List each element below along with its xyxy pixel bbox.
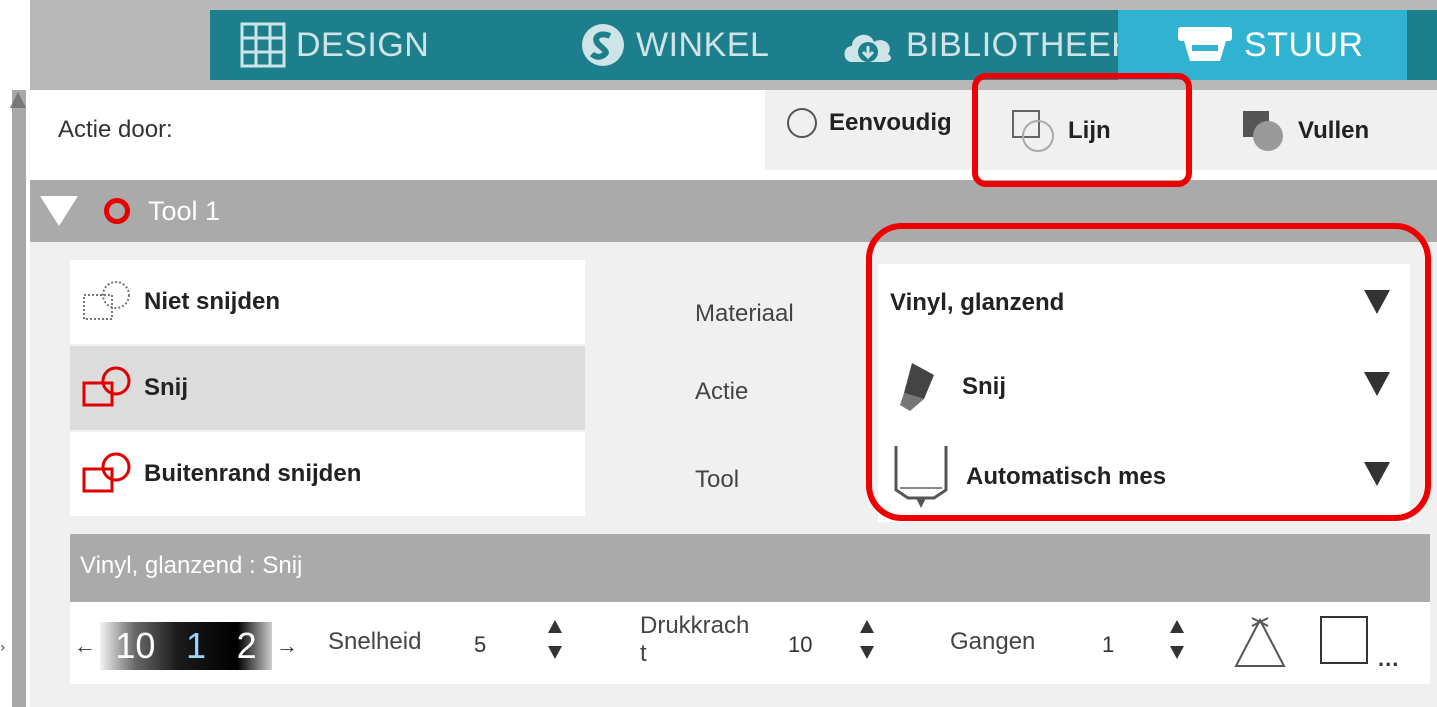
settings-summary-bar: Vinyl, glanzend : Snij — [70, 534, 1430, 602]
tool-header[interactable]: Tool 1 — [30, 180, 1437, 242]
blade-marker-icon — [900, 363, 934, 411]
radio-circle-icon[interactable] — [787, 108, 817, 138]
tab-bibliotheek-label: BIBLIOTHEEK — [906, 25, 1135, 64]
stepper-down-icon[interactable] — [860, 646, 874, 659]
tab-winkel[interactable]: WINKEL — [580, 10, 769, 80]
stepper-up-icon[interactable] — [860, 620, 874, 633]
force-value[interactable]: 10 — [788, 632, 812, 658]
action-value: Snij — [962, 373, 1007, 400]
cutter-icon — [1178, 27, 1232, 61]
stepper-up-icon[interactable] — [1170, 620, 1184, 633]
action-by-label: Actie door: — [58, 116, 173, 143]
mode-fill-label: Vullen — [1298, 117, 1370, 144]
stepper-down-icon[interactable] — [1170, 646, 1184, 659]
scroll-up-arrow-icon[interactable] — [10, 92, 26, 108]
material-label: Materiaal — [695, 300, 794, 327]
tool-label: Tool — [695, 466, 740, 493]
collapse-triangle-icon[interactable] — [40, 196, 78, 226]
force-label: Drukkrach t — [640, 612, 750, 667]
material-value: Vinyl, glanzend — [890, 289, 1065, 316]
chevron-down-icon[interactable] — [1364, 372, 1390, 396]
chevron-down-icon[interactable] — [1364, 462, 1390, 486]
tool-dropdown[interactable]: Automatisch mes — [878, 432, 1410, 522]
speed-value[interactable]: 5 — [474, 632, 486, 658]
speed-stepper[interactable] — [548, 620, 562, 664]
speed-label: Snelheid — [328, 628, 422, 655]
option-cut-outline-label: Buitenrand snijden — [144, 460, 362, 487]
chevron-down-icon[interactable] — [1364, 290, 1390, 314]
tool-value: Automatisch mes — [966, 463, 1167, 490]
option-no-cut-label: Niet snijden — [144, 288, 281, 315]
option-cut-outline[interactable]: Buitenrand snijden — [70, 432, 585, 516]
tool-settings-panel: Niet snijden Snij Buitenrand snijden Mat… — [30, 242, 1437, 707]
square-cut-icon[interactable] — [1320, 616, 1368, 664]
tab-design[interactable]: DESIGN — [240, 10, 429, 80]
left-scroll-strip: › — [0, 0, 30, 707]
arrow-right-icon[interactable]: → — [276, 633, 298, 659]
stepper-down-icon[interactable] — [548, 646, 562, 659]
tool-header-label: Tool 1 — [148, 195, 221, 226]
cut-outline-icon — [82, 452, 131, 493]
no-cut-icon — [83, 281, 130, 320]
mode-simple[interactable]: Eenvoudig — [787, 108, 952, 138]
perforated-cut-icon[interactable] — [1230, 614, 1290, 674]
blade-digit: 10 — [115, 625, 156, 666]
material-dropdown[interactable]: Vinyl, glanzend — [878, 264, 1410, 342]
blade-setting-strip[interactable]: ← 10 1 2 → — [74, 622, 298, 670]
line-mode-icon — [1012, 110, 1054, 152]
grid-icon — [240, 22, 286, 68]
tab-bibliotheek[interactable]: BIBLIOTHEEK — [840, 10, 1134, 80]
passes-label: Gangen — [950, 628, 1036, 655]
passes-value[interactable]: 1 — [1102, 632, 1114, 658]
fill-mode-icon — [1243, 111, 1283, 151]
more-options-icon[interactable]: ... — [1378, 646, 1399, 672]
store-s-icon — [582, 24, 624, 66]
arrow-left-icon[interactable]: ← — [74, 633, 96, 659]
cut-icon — [82, 366, 131, 407]
cloud-download-icon — [844, 34, 891, 62]
resize-handle-icon[interactable]: › — [0, 640, 6, 656]
mode-line[interactable]: Lijn — [1010, 108, 1111, 154]
passes-stepper[interactable] — [1170, 620, 1184, 664]
option-cut[interactable]: Snij — [70, 346, 585, 430]
force-stepper[interactable] — [860, 620, 874, 664]
tool-color-ring-icon — [104, 198, 130, 224]
tab-stuur[interactable]: STUUR — [1118, 10, 1407, 80]
auto-blade-icon — [894, 446, 948, 508]
option-no-cut[interactable]: Niet snijden — [70, 260, 585, 344]
tab-winkel-label: WINKEL — [636, 25, 770, 64]
tab-stuur-label: STUUR — [1244, 25, 1364, 64]
cut-parameters: ← 10 1 2 → Snelheid 5 Drukkrach t 10 Gang… — [70, 602, 1430, 684]
mode-simple-label: Eenvoudig — [829, 109, 952, 136]
option-cut-label: Snij — [144, 374, 189, 401]
mode-fill[interactable]: Vullen — [1240, 108, 1369, 154]
blade-depth-scale[interactable]: 10 1 2 — [100, 622, 272, 670]
tab-design-label: DESIGN — [296, 25, 430, 64]
stepper-up-icon[interactable] — [548, 620, 562, 633]
action-label: Actie — [695, 378, 749, 405]
settings-summary-text: Vinyl, glanzend : Snij — [80, 552, 303, 579]
blade-digit: 2 — [236, 625, 257, 666]
action-dropdown[interactable]: Snij — [878, 342, 1410, 432]
mode-line-label: Lijn — [1068, 117, 1111, 144]
action-row: Actie door: Eenvoudig Lijn Vullen — [30, 90, 1437, 170]
blade-digit: 1 — [185, 625, 207, 666]
scrollbar-track[interactable] — [12, 90, 26, 707]
